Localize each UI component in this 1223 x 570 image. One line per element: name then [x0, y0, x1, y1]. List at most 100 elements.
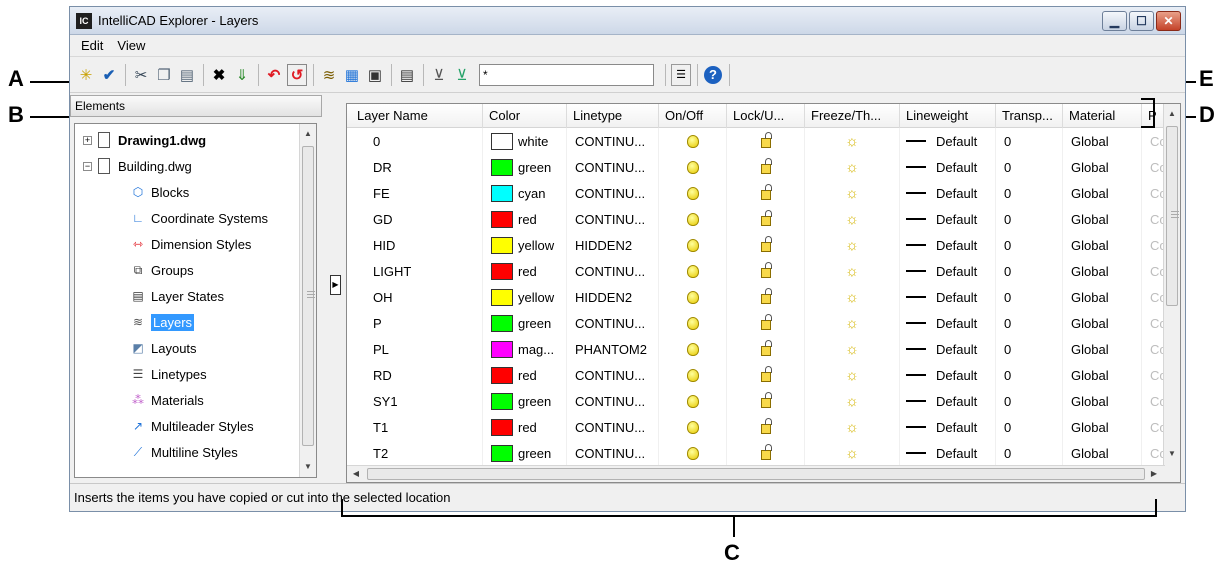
freeze-cell[interactable]: ☼ — [805, 232, 900, 258]
lineweight-cell[interactable]: Default — [900, 440, 996, 466]
color-swatch[interactable] — [491, 262, 513, 280]
layer-name-cell[interactable]: 0 — [347, 128, 483, 154]
transparency-cell[interactable]: 0 — [996, 154, 1063, 180]
transparency-cell[interactable]: 0 — [996, 440, 1063, 466]
column-header[interactable]: Layer Name — [347, 104, 483, 128]
column-header[interactable]: Linetype — [567, 104, 659, 128]
lock-cell[interactable] — [727, 232, 805, 258]
layer-states-icon[interactable]: ▤ — [397, 64, 417, 86]
table-row[interactable]: GD red CONTINU... ☼ Default 0 Global Co — [347, 206, 1180, 232]
lightbulb-icon[interactable] — [686, 160, 699, 174]
transparency-cell[interactable]: 0 — [996, 388, 1063, 414]
sun-icon[interactable]: ☼ — [845, 263, 859, 280]
material-cell[interactable]: Global — [1063, 154, 1142, 180]
sun-icon[interactable]: ☼ — [845, 445, 859, 462]
freeze-cell[interactable]: ☼ — [805, 128, 900, 154]
linetype-cell[interactable]: CONTINU... — [567, 128, 659, 154]
layer-name-cell[interactable]: P — [347, 310, 483, 336]
material-cell[interactable]: Global — [1063, 284, 1142, 310]
sun-icon[interactable]: ☼ — [845, 393, 859, 410]
sun-icon[interactable]: ☼ — [845, 289, 859, 306]
table-row[interactable]: Pgreen CONTINU... ☼ Default 0 Global Co — [347, 310, 1180, 336]
freeze-cell[interactable]: ☼ — [805, 206, 900, 232]
lineweight-cell[interactable]: Default — [900, 414, 996, 440]
lock-cell[interactable] — [727, 154, 805, 180]
layer-name-cell[interactable]: DR — [347, 154, 483, 180]
unlock-icon[interactable] — [760, 158, 772, 174]
linetype-cell[interactable]: CONTINU... — [567, 414, 659, 440]
scroll-down-icon[interactable]: ▼ — [301, 459, 315, 475]
table-row[interactable]: OH yellow HIDDEN2 ☼ Default 0 Global Co — [347, 284, 1180, 310]
linetype-cell[interactable]: PHANTOM2 — [567, 336, 659, 362]
color-swatch[interactable] — [491, 392, 513, 410]
grid-vertical-scrollbar[interactable]: ▲ ▼ — [1163, 104, 1180, 482]
material-cell[interactable]: Global — [1063, 232, 1142, 258]
on-off-cell[interactable] — [659, 128, 727, 154]
linetype-cell[interactable]: CONTINU... — [567, 388, 659, 414]
grid-horizontal-scrollbar[interactable]: ◀ ▶ — [347, 465, 1165, 482]
menu-view[interactable]: View — [110, 38, 152, 53]
color-swatch[interactable] — [491, 184, 513, 202]
minimize-button[interactable]: ▁ — [1102, 10, 1127, 31]
on-off-cell[interactable] — [659, 440, 727, 466]
lineweight-cell[interactable]: Default — [900, 336, 996, 362]
linetype-cell[interactable]: CONTINU... — [567, 310, 659, 336]
lineweight-cell[interactable]: Default — [900, 154, 996, 180]
transparency-cell[interactable]: 0 — [996, 362, 1063, 388]
freeze-cell[interactable]: ☼ — [805, 440, 900, 466]
layer-name-cell[interactable]: PL — [347, 336, 483, 362]
details-view-icon[interactable]: ☰ — [671, 63, 691, 86]
linetype-cell[interactable]: HIDDEN2 — [567, 232, 659, 258]
lock-cell[interactable] — [727, 310, 805, 336]
color-swatch[interactable] — [491, 288, 513, 306]
lightbulb-icon[interactable] — [686, 420, 699, 434]
tree-item-groups[interactable]: ⧉ Groups — [129, 257, 194, 283]
color-swatch[interactable] — [491, 132, 513, 150]
freeze-cell[interactable]: ☼ — [805, 336, 900, 362]
transparency-cell[interactable]: 0 — [996, 284, 1063, 310]
material-cell[interactable]: Global — [1063, 336, 1142, 362]
on-off-cell[interactable] — [659, 258, 727, 284]
material-cell[interactable]: Global — [1063, 206, 1142, 232]
freeze-cell[interactable]: ☼ — [805, 388, 900, 414]
material-cell[interactable]: Global — [1063, 440, 1142, 466]
collapse-icon[interactable]: − — [83, 161, 92, 171]
linetype-cell[interactable]: CONTINU... — [567, 440, 659, 466]
lock-cell[interactable] — [727, 180, 805, 206]
color-cell[interactable]: green — [483, 440, 567, 466]
on-off-cell[interactable] — [659, 388, 727, 414]
color-swatch[interactable] — [491, 210, 513, 228]
color-cell[interactable]: red — [483, 414, 567, 440]
freeze-cell[interactable]: ☼ — [805, 180, 900, 206]
color-cell[interactable]: green — [483, 310, 567, 336]
material-cell[interactable]: Global — [1063, 388, 1142, 414]
table-row[interactable]: PL mag... PHANTOM2 ☼ Default 0 Global Co — [347, 336, 1180, 362]
on-off-cell[interactable] — [659, 310, 727, 336]
lightbulb-icon[interactable] — [686, 238, 699, 252]
on-off-cell[interactable] — [659, 232, 727, 258]
layer-import-icon[interactable]: ▣ — [365, 64, 385, 86]
freeze-cell[interactable]: ☼ — [805, 414, 900, 440]
material-cell[interactable]: Global — [1063, 310, 1142, 336]
linetype-cell[interactable]: CONTINU... — [567, 180, 659, 206]
unlock-icon[interactable] — [760, 392, 772, 408]
material-cell[interactable]: Global — [1063, 362, 1142, 388]
lock-cell[interactable] — [727, 336, 805, 362]
freeze-cell[interactable]: ☼ — [805, 362, 900, 388]
material-cell[interactable]: Global — [1063, 128, 1142, 154]
column-header[interactable]: Material — [1063, 104, 1142, 128]
on-off-cell[interactable] — [659, 336, 727, 362]
tree-item-dimension-styles[interactable]: ⇿ Dimension Styles — [129, 231, 251, 257]
unlock-icon[interactable] — [760, 262, 772, 278]
panel-splitter[interactable]: ▶ — [326, 95, 346, 481]
unlock-icon[interactable] — [760, 314, 772, 330]
freeze-cell[interactable]: ☼ — [805, 154, 900, 180]
layer-name-cell[interactable]: LIGHT — [347, 258, 483, 284]
linetype-cell[interactable]: CONTINU... — [567, 362, 659, 388]
unlock-icon[interactable] — [760, 132, 772, 148]
lineweight-cell[interactable]: Default — [900, 310, 996, 336]
transparency-cell[interactable]: 0 — [996, 180, 1063, 206]
color-cell[interactable]: white — [483, 128, 567, 154]
unlock-icon[interactable] — [760, 444, 772, 460]
unlock-icon[interactable] — [760, 366, 772, 382]
